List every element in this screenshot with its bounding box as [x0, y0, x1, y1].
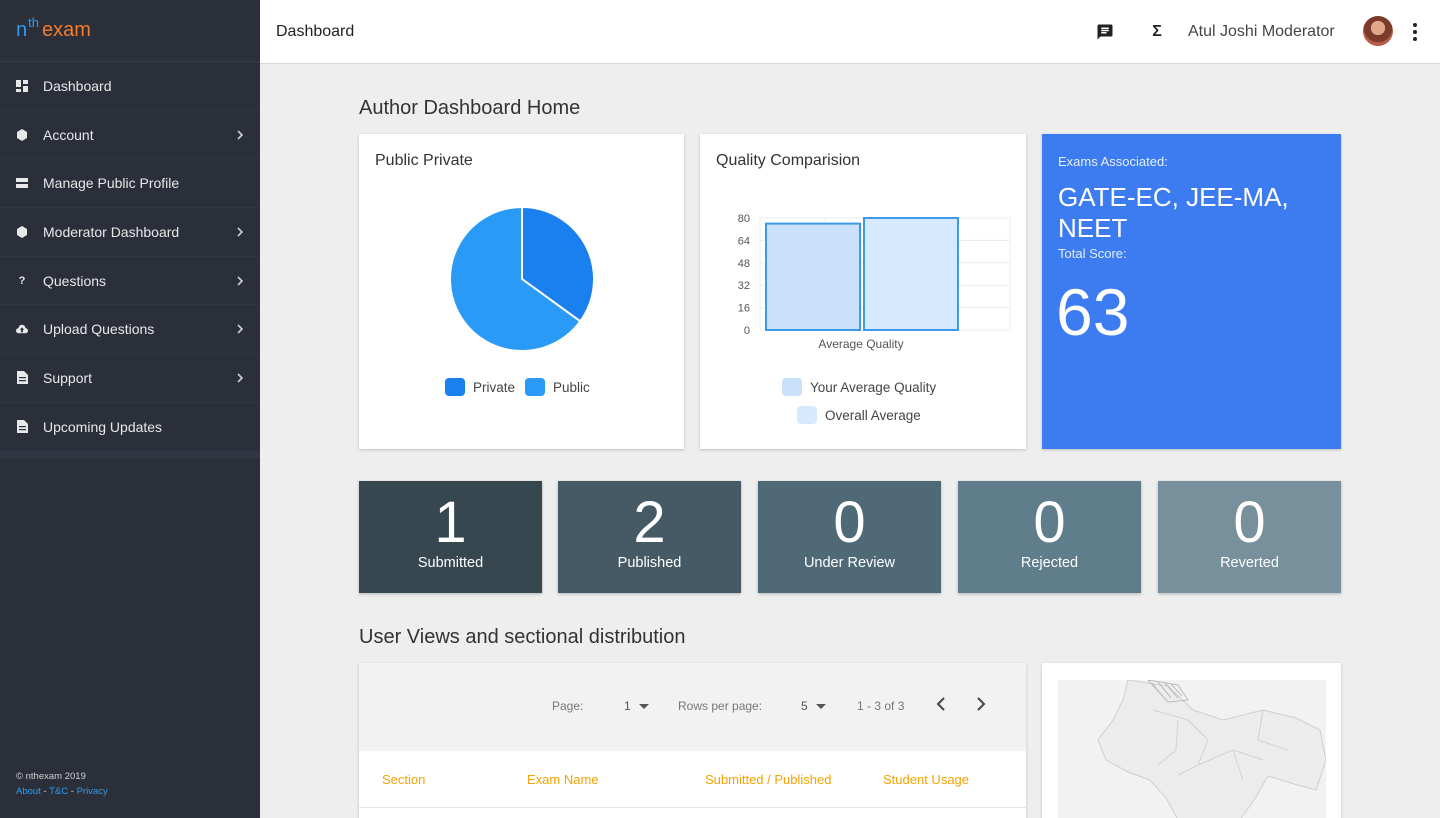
chevron-right-icon [236, 127, 244, 143]
y-tick-label: 0 [744, 325, 750, 337]
india-map[interactable] [1058, 680, 1326, 818]
exams-associated-card: Exams Associated: GATE-EC, JEE-MA, NEET … [1042, 134, 1341, 449]
stat-published[interactable]: 2 Published [558, 481, 741, 593]
sidebar-item-support[interactable]: Support [0, 354, 260, 403]
table-header-divider [359, 807, 1026, 808]
exams-associated-value: GATE-EC, JEE-MA, NEET [1058, 182, 1289, 243]
bar-overall-average[interactable] [863, 217, 959, 331]
moderator-icon [16, 225, 28, 238]
privacy-link[interactable]: Privacy [77, 786, 108, 797]
range-text: 1 - 3 of 3 [857, 699, 905, 713]
stat-reverted[interactable]: 0 Reverted [1158, 481, 1341, 593]
user-name[interactable]: Atul Joshi Moderator [1188, 23, 1335, 41]
stat-submitted[interactable]: 1 Submitted [359, 481, 542, 593]
y-tick-label: 48 [738, 258, 750, 270]
sidebar-item-label: Upload Questions [43, 321, 155, 338]
sidebar-item-label: Questions [43, 272, 107, 289]
legend-swatch-private [445, 378, 465, 396]
column-header-exam-name[interactable]: Exam Name [527, 772, 599, 787]
column-header-student-usage[interactable]: Student Usage [883, 772, 969, 787]
dashboard-icon [16, 79, 28, 92]
about-link[interactable]: About [16, 786, 41, 797]
chevron-right-icon [236, 224, 244, 240]
x-tick-label: Average Quality [818, 337, 903, 351]
page-label: Page: [552, 699, 584, 713]
y-tick-label: 16 [738, 303, 750, 315]
section-title-author-dashboard: Author Dashboard Home [359, 97, 581, 119]
total-score-label: Total Score: [1058, 246, 1127, 261]
sections-table-card: Page: 1 Rows per page: 5 1 - 3 of 3 Sect… [359, 663, 1026, 818]
more-vert-icon[interactable] [1408, 22, 1422, 42]
sidebar-nav: Dashboard Account Manage Public Profile Mod… [0, 62, 260, 452]
section-title-user-views: User Views and sectional distribution [359, 626, 686, 648]
total-score-value: 63 [1056, 275, 1130, 349]
account-icon [16, 128, 28, 141]
column-header-section[interactable]: Section [382, 772, 425, 787]
sidebar-item-label: Manage Public Profile [43, 175, 180, 192]
brand-logo[interactable]: n th exam [0, 0, 260, 62]
sidebar-item-manage-public-profile[interactable]: Manage Public Profile [0, 159, 260, 209]
exams-associated-label: Exams Associated: [1058, 154, 1168, 169]
public-private-card: Public Private Private Public [359, 134, 684, 449]
legend-swatch-overall-avg [797, 406, 817, 424]
bar-chart: 80 64 48 32 16 0 Average Quality [738, 213, 1011, 351]
bar-legend-2: Overall Average [797, 406, 921, 424]
legend-swatch-public [525, 378, 546, 396]
sigma-icon[interactable]: Σ [1147, 22, 1167, 42]
pie-legend: Private Public [445, 378, 590, 396]
document-icon [16, 420, 28, 434]
column-header-submitted-published[interactable]: Submitted / Published [705, 772, 831, 787]
legend-swatch-your-avg [782, 378, 802, 396]
prev-page-icon[interactable] [935, 696, 947, 717]
question-icon: ? [18, 274, 26, 287]
stat-rejected[interactable]: 0 Rejected [958, 481, 1141, 593]
sidebar-item-label: Upcoming Updates [43, 418, 163, 435]
bar-your-average-quality[interactable] [765, 222, 861, 331]
stat-under-review[interactable]: 0 Under Review [758, 481, 941, 593]
chevron-right-icon [236, 321, 244, 337]
pie-chart [449, 205, 595, 352]
feedback-icon[interactable] [1095, 22, 1115, 42]
sidebar-item-questions[interactable]: ? Questions [0, 257, 260, 306]
sidebar-item-upload-questions[interactable]: Upload Questions [0, 305, 260, 355]
quality-comparison-card: Quality Comparision 80 64 48 32 16 0 Average Q… [700, 134, 1026, 449]
sidebar-footer: © nthexam 2019 About - T&C - Privacy [16, 771, 108, 797]
table-pagination: Page: 1 Rows per page: 5 1 - 3 of 3 [359, 663, 1026, 751]
chevron-right-icon [236, 370, 244, 386]
sidebar-item-dashboard[interactable]: Dashboard [0, 62, 260, 111]
sidebar-item-label: Account [43, 126, 94, 143]
chevron-right-icon [236, 273, 244, 289]
sidebar: n th exam Dashboard Account Manage Public Pr… [0, 0, 260, 818]
sidebar-item-moderator-dashboard[interactable]: Moderator Dashboard [0, 208, 260, 257]
top-app-bar: Dashboard Σ Atul Joshi Moderator [260, 0, 1440, 64]
tc-link[interactable]: T&C [49, 786, 68, 797]
sidebar-item-account[interactable]: Account [0, 111, 260, 160]
sidebar-item-label: Dashboard [43, 77, 112, 94]
sidebar-item-label: Moderator Dashboard [43, 223, 180, 240]
bar-legend-1: Your Average Quality [782, 378, 936, 396]
legend-label-your-avg: Your Average Quality [810, 379, 937, 395]
profile-card-icon [16, 177, 28, 189]
sidebar-item-upcoming-updates[interactable]: Upcoming Updates [0, 403, 260, 452]
copyright-text: © nthexam 2019 [16, 771, 86, 782]
page-select[interactable]: 1 [624, 699, 649, 713]
document-icon [16, 371, 28, 385]
sidebar-divider [0, 451, 260, 458]
next-page-icon[interactable] [975, 696, 987, 717]
y-tick-label: 32 [738, 280, 750, 292]
rows-per-page-label: Rows per page: [678, 699, 763, 713]
legend-label-private: Private [473, 379, 516, 395]
sidebar-item-label: Support [43, 369, 93, 386]
legend-label-overall-avg: Overall Average [825, 407, 921, 423]
y-tick-label: 64 [738, 235, 750, 247]
legend-label-public: Public [553, 379, 590, 395]
rows-per-page-select[interactable]: 5 [801, 699, 826, 713]
avatar[interactable] [1363, 16, 1393, 46]
cloud-upload-icon [16, 323, 28, 335]
y-tick-label: 80 [738, 213, 750, 225]
page-title: Dashboard [276, 22, 355, 40]
map-card [1042, 663, 1341, 818]
